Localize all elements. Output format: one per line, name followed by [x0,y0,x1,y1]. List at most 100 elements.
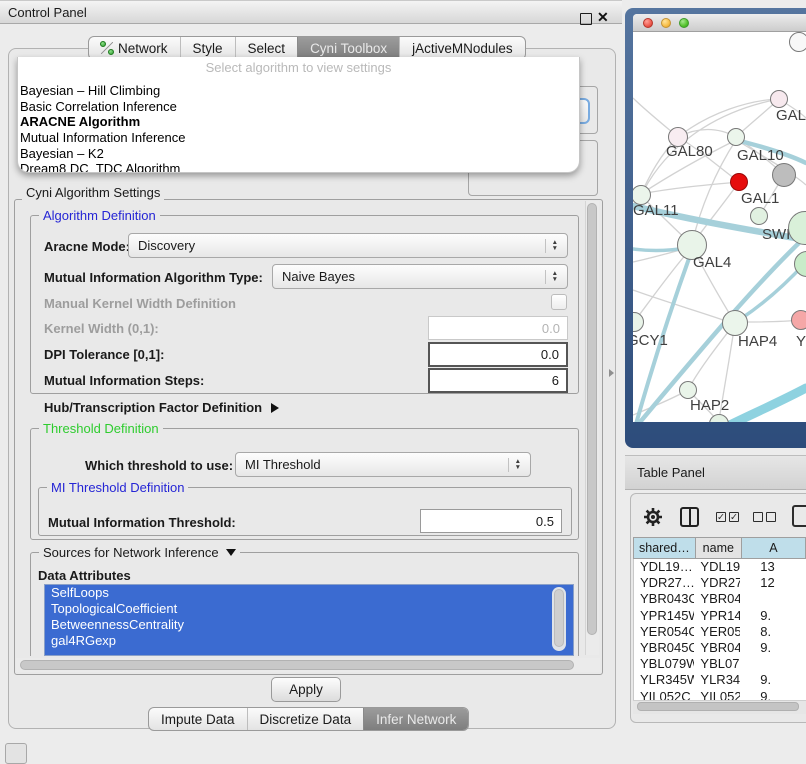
aracne-mode-label: Aracne Mode: [44,239,130,254]
manual-kernel-checkbox[interactable] [551,294,567,310]
which-threshold-value: MI Threshold [245,457,321,472]
control-panel-title: Control Panel [8,5,87,20]
column-header[interactable]: A [741,538,805,558]
node-label: HAP2 [690,397,729,414]
float-window-icon[interactable] [580,13,592,25]
table-row[interactable]: YDL19…YDL19…13 [634,559,806,575]
mi-steps-label: Mutual Information Steps: [44,373,204,388]
table-rows: YDL19…YDL19…13YDR27…YDR27…12YBR043CYBR04… [633,559,806,700]
page-icon[interactable] [792,505,806,527]
dropdown-item[interactable]: Bayesian – K2 [18,146,579,162]
table-cell: 13 [740,559,806,575]
mi-steps-field[interactable]: 6 [428,368,568,393]
node-label: GAL11 [633,202,679,219]
table-cell: YPR145W [634,608,694,624]
table-row[interactable]: YBR045CYBR045C9. [634,640,806,656]
close-icon[interactable]: ✕ [597,9,609,26]
deselect-all-icon[interactable] [753,512,763,522]
tab-jactivemnodules[interactable]: jActiveMNodules [399,37,525,59]
aracne-mode-combobox[interactable]: Discovery ▲▼ [128,233,568,258]
dropdown-item[interactable]: Dream8 DC_TDC Algorithm [18,161,579,173]
control-panel-titlebar: Control Panel [0,0,622,24]
attributes-scrollbar-thumb[interactable] [554,589,564,647]
network-node[interactable] [727,128,745,146]
table-cell: YDL19… [694,559,740,575]
select-all-icon[interactable]: ✓ [729,512,739,522]
table-cell: YBR045C [634,640,694,656]
table-row[interactable]: YIL052CYIL052C9. [634,689,806,701]
column-header[interactable]: shared… [634,538,695,558]
column-header[interactable]: name [695,538,741,558]
dropdown-item[interactable]: ARACNE Algorithm [18,114,579,130]
table-horizontal-scrollbar-thumb[interactable] [637,702,799,711]
table-cell: 9. [740,689,806,701]
which-threshold-combobox[interactable]: MI Threshold ▲▼ [235,452,531,477]
table-row[interactable]: YLR345WYLR345W9. [634,672,806,688]
network-node[interactable] [772,163,796,187]
columns-icon[interactable] [680,507,699,527]
mi-type-combobox[interactable]: Naive Bayes ▲▼ [272,264,568,289]
zoom-traffic-light-icon[interactable] [679,18,689,28]
table-row[interactable]: YDR27…YDR27…12 [634,575,806,591]
network-node[interactable] [730,173,748,191]
list-item[interactable]: SelfLoops [45,585,573,601]
data-attributes-list[interactable]: SelfLoopsTopologicalCoefficientBetweenne… [44,584,574,656]
tab-infer-network[interactable]: Infer Network [363,708,468,730]
spinner-arrows-icon: ▲▼ [545,270,558,284]
table-cell [740,656,806,672]
minimize-traffic-light-icon[interactable] [661,18,671,28]
deselect-all-icon[interactable] [766,512,776,522]
table-cell: YBL079W [634,656,694,672]
table-cell: YIL052C [694,689,740,701]
gear-icon[interactable] [643,507,663,527]
tab-label: Discretize Data [260,712,352,727]
close-traffic-light-icon[interactable] [643,18,653,28]
table-row[interactable]: YBR043CYBR043C [634,591,806,607]
network-window-titlebar[interactable] [633,14,806,32]
dropdown-item[interactable]: Basic Correlation Inference [18,99,579,115]
tab-select[interactable]: Select [235,37,298,59]
node-label: GAL80 [666,143,713,160]
table-cell: YBL079W [694,656,740,672]
tab-discretize-data[interactable]: Discretize Data [247,708,364,730]
dropdown-item[interactable]: Bayesian – Hill Climbing [18,83,579,99]
attributes-scrollbar[interactable] [552,587,566,651]
network-node[interactable] [789,32,806,52]
node-label: GAL4 [693,254,731,271]
network-canvas[interactable]: GALGAL80GAL10GAL1GAL11SWI4GAL4GCY1HAP4YH… [633,32,806,422]
mi-type-value: Naive Bayes [282,269,355,284]
table-row[interactable]: YER054CYER054C8. [634,624,806,640]
table-header: shared…nameA [633,537,806,559]
table-cell: 8. [740,624,806,640]
hub-definition-label: Hub/Transcription Factor Definition [44,400,262,415]
tab-cyni-toolbox[interactable]: Cyni Toolbox [297,37,399,59]
dpi-tolerance-label: DPI Tolerance [0,1]: [44,347,164,362]
node-label: GAL1 [741,190,779,207]
sources-title[interactable]: Sources for Network Inference [39,545,240,560]
window-grip[interactable] [5,743,27,764]
settings-horizontal-scrollbar-thumb[interactable] [20,660,574,670]
network-node[interactable] [770,90,788,108]
select-all-icon[interactable]: ✓ [716,512,726,522]
list-item[interactable]: TopologicalCoefficient [45,601,573,617]
table-cell: YIL052C [634,689,694,701]
mi-threshold-field[interactable]: 0.5 [420,509,562,533]
dpi-tolerance-field[interactable]: 0.0 [428,342,568,367]
tab-network[interactable]: Network [89,37,180,59]
kernel-width-field[interactable]: 0.0 [428,316,568,340]
table-row[interactable]: YBL079WYBL079W [634,656,806,672]
hub-definition-toggle[interactable]: Hub/Transcription Factor Definition [44,400,279,415]
node-table: shared…nameA [633,537,806,559]
dropdown-item[interactable]: Mutual Information Inference [18,130,579,146]
apply-button[interactable]: Apply [271,677,341,702]
tab-style[interactable]: Style [180,37,235,59]
tab-impute-data[interactable]: Impute Data [149,708,247,730]
settings-vertical-scrollbar-thumb[interactable] [587,203,597,635]
table-row[interactable]: YPR145WYPR145W9. [634,608,806,624]
network-node[interactable] [791,310,806,330]
list-item[interactable]: gal4RGexp [45,633,573,649]
network-node[interactable] [750,207,768,225]
table-cell: YLR345W [634,672,694,688]
splitter-arrow-icon[interactable] [609,369,614,377]
list-item[interactable]: BetweennessCentrality [45,617,573,633]
